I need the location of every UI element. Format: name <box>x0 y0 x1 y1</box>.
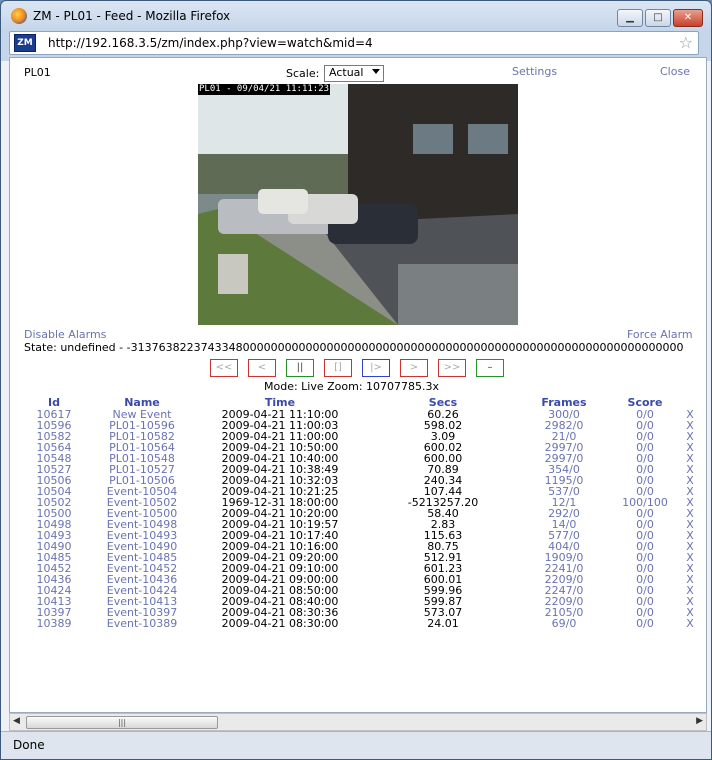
scroll-right-icon[interactable]: ▶ <box>696 716 703 726</box>
fast-rewind-button[interactable]: << <box>210 359 238 377</box>
address-bar[interactable]: ZM http://192.168.3.5/zm/index.php?view=… <box>9 31 699 55</box>
table-row: 10389 Event-10389 2009-04-21 08:30:00 24.01… <box>16 618 700 629</box>
status-text: Done <box>13 738 45 752</box>
cell-id[interactable]: 10389 <box>16 618 92 629</box>
monitor-name: PL01 <box>24 66 51 79</box>
mode-zoom-text: Mode: Live Zoom: 10707785.3x <box>264 380 440 393</box>
settings-link[interactable]: Settings <box>512 65 557 78</box>
cell-score[interactable]: 0/0 <box>610 618 680 629</box>
window-title: ZM - PL01 - Feed - Mozilla Firefox <box>33 9 231 23</box>
zoom-out-button[interactable]: – <box>476 359 504 377</box>
page-content: PL01 Scale: Actual Settings Close PL01 -… <box>9 57 707 713</box>
state-text: State: undefined - -31376382237433480000… <box>24 341 684 354</box>
scale-select[interactable]: Actual <box>324 65 384 82</box>
site-icon: ZM <box>14 34 36 52</box>
fast-forward-button[interactable]: >> <box>438 359 466 377</box>
status-bar: Done <box>1 731 711 759</box>
cell-frames[interactable]: 69/0 <box>518 618 610 629</box>
events-table: Id Name Time Secs Frames Score 10617 New … <box>16 396 700 629</box>
close-link[interactable]: Close <box>660 65 690 78</box>
scale-label: Scale: <box>286 67 320 80</box>
cell-secs: 24.01 <box>427 617 459 630</box>
cell-time: 2009-04-21 08:30:00 <box>221 617 339 630</box>
scale-value: Actual <box>329 66 364 79</box>
star-icon[interactable]: ☆ <box>679 33 693 52</box>
feed-timestamp: PL01 - 09/04/21 11:11:23 <box>198 84 331 95</box>
force-alarm-link[interactable]: Force Alarm <box>627 328 693 341</box>
firefox-icon <box>11 8 27 24</box>
minimize-button[interactable]: ▁ <box>617 9 643 27</box>
browser-window: ZM - PL01 - Feed - Mozilla Firefox ▁ □ ✕… <box>0 0 712 760</box>
chevron-down-icon <box>372 69 380 74</box>
horizontal-scrollbar[interactable]: ◀ ||| ▶ <box>9 713 707 731</box>
stop-button[interactable]: [] <box>324 359 352 377</box>
camera-feed: PL01 - 09/04/21 11:11:23 <box>198 84 518 325</box>
disable-alarms-link[interactable]: Disable Alarms <box>24 328 106 341</box>
title-bar: ZM - PL01 - Feed - Mozilla Firefox ▁ □ ✕ <box>1 1 711 31</box>
scroll-left-icon[interactable]: ◀ <box>13 716 20 726</box>
scroll-thumb[interactable]: ||| <box>26 716 218 729</box>
maximize-button[interactable]: □ <box>645 9 671 27</box>
pause-button[interactable]: || <box>286 359 314 377</box>
close-window-button[interactable]: ✕ <box>673 9 703 27</box>
step-forward-button[interactable]: > <box>400 359 428 377</box>
camera-image <box>198 84 518 325</box>
url-text[interactable]: http://192.168.3.5/zm/index.php?view=wat… <box>48 36 373 50</box>
play-button[interactable]: |> <box>362 359 390 377</box>
delete-button[interactable]: X <box>680 618 700 629</box>
cell-name[interactable]: Event-10389 <box>92 618 192 629</box>
step-back-button[interactable]: < <box>248 359 276 377</box>
